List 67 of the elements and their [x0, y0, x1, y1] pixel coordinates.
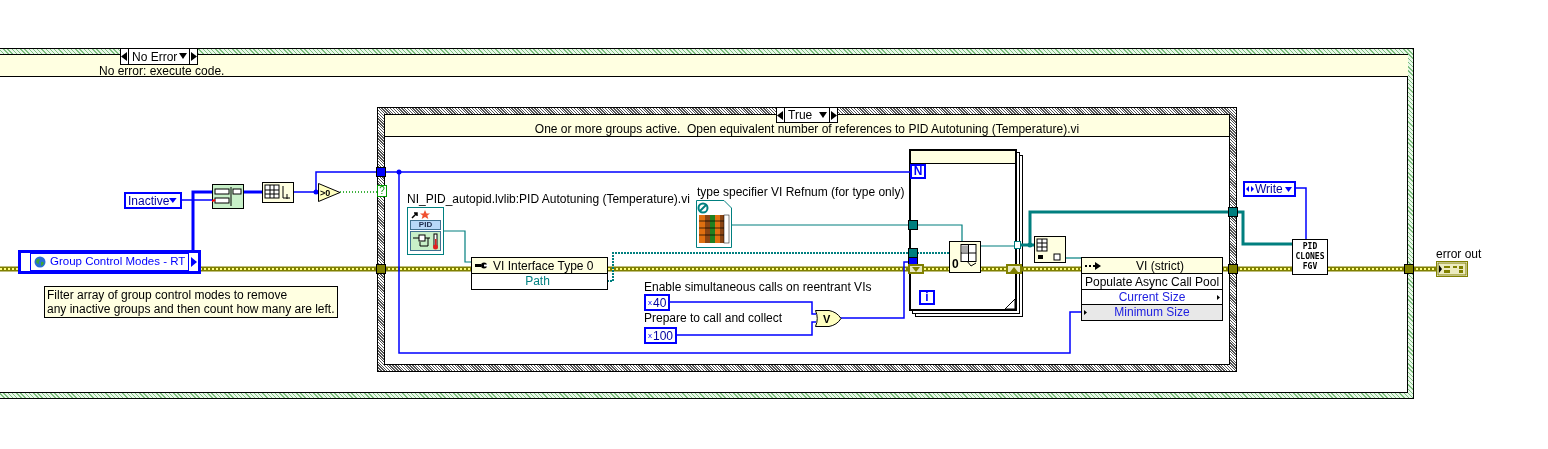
icon-text: FGV [1302, 262, 1318, 272]
icon-text: PID [1302, 242, 1318, 252]
subvi-node[interactable]: PID CLONES FGV [1292, 239, 1328, 275]
down-arrow-icon [912, 266, 920, 272]
wire [243, 190, 262, 194]
array-size-node [262, 182, 294, 203]
wire-junction [1027, 242, 1033, 248]
build-array-node [1034, 236, 1066, 263]
terminal-arrow-icon [1217, 295, 1220, 300]
radix-label: x [648, 298, 652, 307]
wrench-icon [475, 262, 489, 269]
filter-array-node [212, 184, 244, 209]
numeric-value: 40 [653, 296, 667, 309]
up-arrow-icon [1010, 266, 1018, 272]
tunnel [1228, 264, 1238, 274]
method-row[interactable]: Populate Async Call Pool [1082, 274, 1222, 290]
icon-label: PID [410, 220, 441, 230]
indicator-label: error out [1436, 248, 1482, 260]
wire-junction [396, 169, 402, 175]
count-terminal: N [910, 164, 926, 179]
dropdown-icon[interactable] [1285, 186, 1292, 192]
case-selector[interactable]: True [776, 107, 838, 123]
output-arrow-icon [191, 257, 198, 267]
terminal-arrow-icon [1084, 310, 1087, 315]
radix-label: x [648, 331, 652, 340]
increment-icon[interactable] [190, 52, 197, 61]
subdiagram-label: No error: execute code. [99, 65, 225, 77]
tunnel [1228, 207, 1238, 217]
enum-constant[interactable]: Inactive [124, 192, 182, 209]
increment-icon[interactable] [830, 110, 837, 120]
global-name: Group Control Modes - RT [50, 256, 186, 268]
constant-label: type specifier VI Refnum (for type only) [697, 186, 905, 198]
property-row[interactable]: Path [472, 274, 607, 289]
icon-text: CLONES [1295, 252, 1325, 262]
parameter-row[interactable]: Minimum Size [1082, 305, 1222, 320]
refnum-icon [696, 200, 732, 248]
node-label: V [823, 312, 831, 325]
enum-value: Inactive [128, 194, 170, 207]
increment-decrement-icon[interactable] [1246, 186, 1254, 192]
numeric-value: 100 [653, 329, 674, 342]
tunnel [376, 264, 386, 274]
dropdown-icon[interactable] [819, 112, 827, 118]
iteration-terminal: i [919, 290, 935, 305]
case-selector[interactable]: No Error [120, 48, 198, 65]
pid-diagram-icon [410, 231, 441, 251]
selector-terminal: ? [377, 185, 387, 197]
node-label: >0 [320, 188, 331, 198]
wire-junction [313, 189, 319, 195]
subdiagram-label: One or more groups active. Open equivalent number of references to PID Autotuning (Temperature).vi [534, 123, 1080, 135]
node-class: VI Interface Type 0 [493, 259, 595, 272]
decrement-icon[interactable] [121, 52, 128, 61]
error-cluster-indicator [1436, 261, 1468, 277]
constant-label: NI_PID_autopid.lvlib:PID Autotuning (Temperature).vi [407, 193, 690, 205]
arrow-icon [1085, 261, 1101, 270]
enum-value: Write [1255, 183, 1284, 195]
node-label: 0 [952, 258, 959, 270]
arrow-star-icon [411, 210, 431, 219]
globe-icon [34, 256, 46, 268]
dropdown-icon[interactable] [179, 53, 187, 59]
enum-constant[interactable]: Write [1243, 181, 1296, 197]
tunnel [376, 167, 386, 177]
constant-label: Prepare to call and collect [644, 312, 783, 324]
node-class: VI (strict) [1135, 259, 1185, 272]
dropdown-icon[interactable] [169, 198, 177, 203]
decrement-icon[interactable] [777, 110, 784, 120]
constant-label: Enable simultaneous calls on reentrant VIs [644, 281, 872, 293]
comment: Filter array of group control modes to remove any inactive groups and then count how many are left. [44, 286, 338, 318]
